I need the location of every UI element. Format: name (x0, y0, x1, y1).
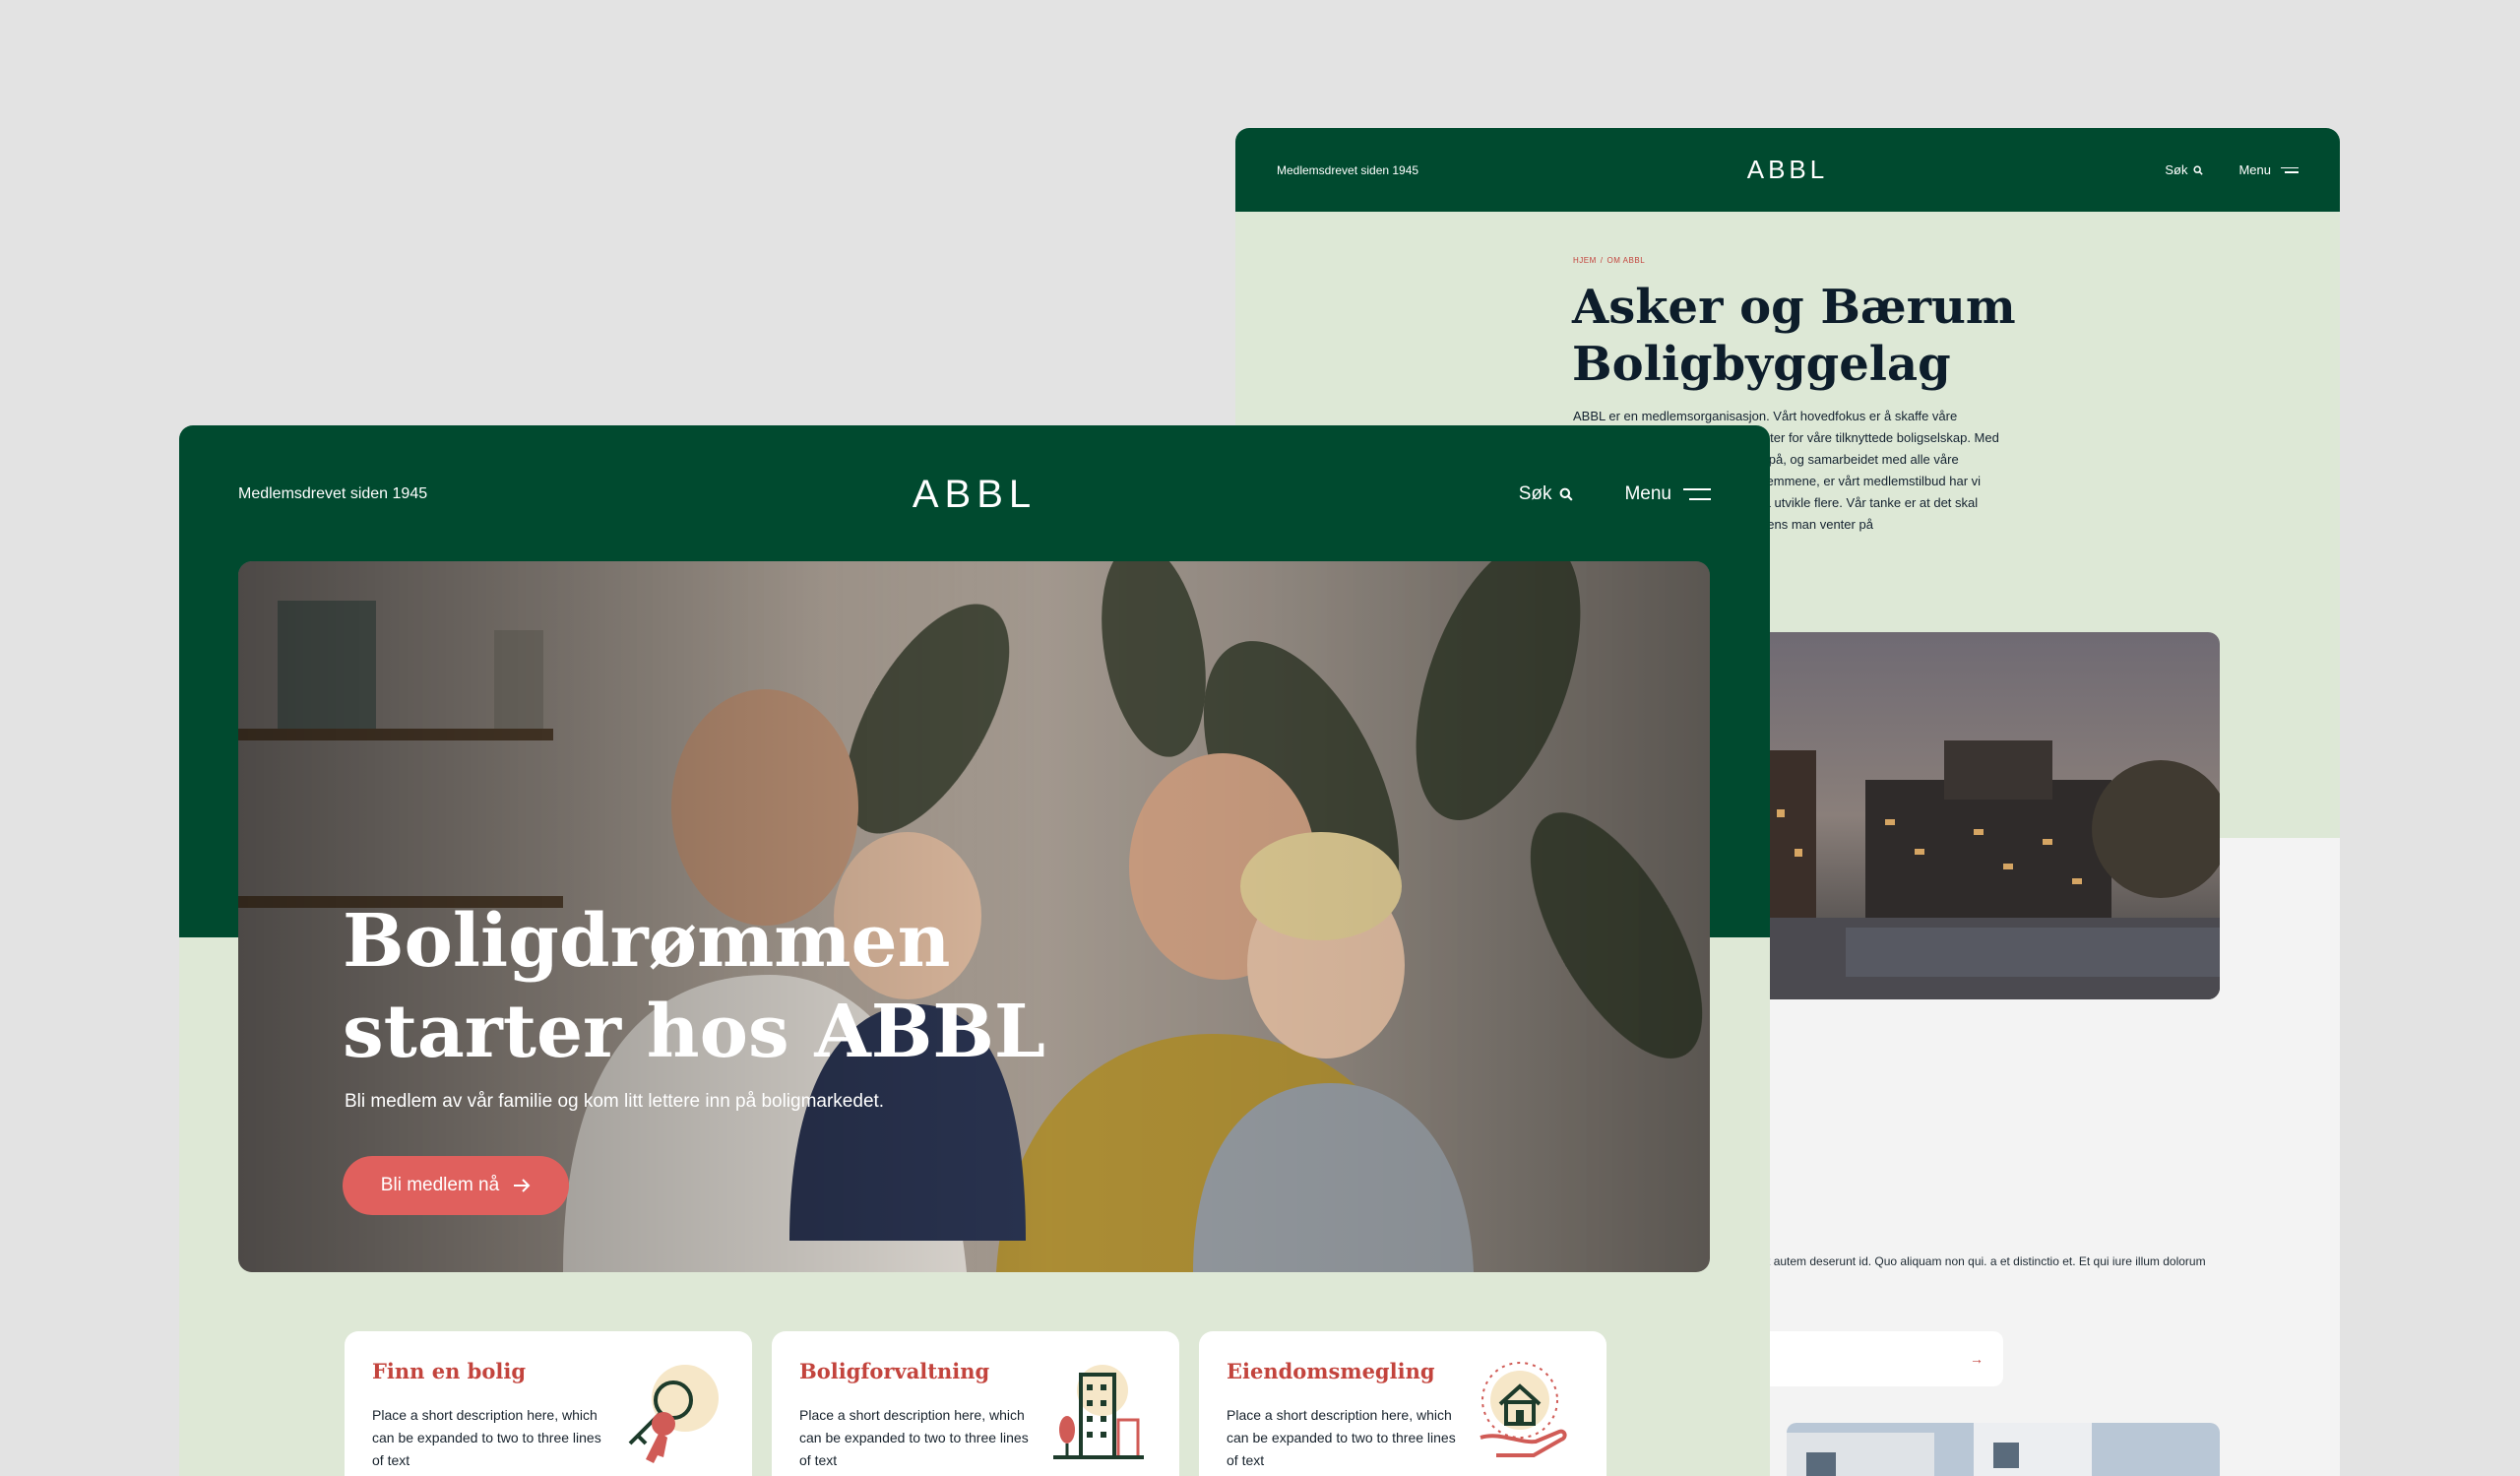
card-description: Place a short description here, which ca… (372, 1407, 601, 1468)
hero-headline-line2: starter hos ABBL (343, 990, 1045, 1074)
hero-banner: Boligdrømmen starter hos ABBL Bli medlem… (238, 561, 1710, 1272)
arrow-right-icon: → (1970, 1351, 1984, 1367)
page-title: Asker og Bærum Boligbyggelag (1572, 279, 2016, 393)
header-tagline: Medlemsdrevet siden 1945 (238, 485, 428, 502)
link-card[interactable]: → (1747, 1331, 2003, 1386)
building-photo (1747, 632, 2220, 999)
menu-button[interactable]: Menu (1624, 483, 1711, 505)
abbl-logo[interactable]: ABBL (913, 473, 1037, 517)
building-icon (1053, 1365, 1144, 1459)
abbl-logo[interactable]: ABBL (1747, 155, 1829, 185)
house-in-hand-icon (1480, 1362, 1567, 1457)
breadcrumb: HJEM / OM ABBL (1573, 256, 1645, 265)
menu-button[interactable]: Menu (2238, 162, 2299, 177)
become-member-button[interactable]: Bli medlem nå (343, 1156, 569, 1215)
body-text: dent autem deserunt id. Quo aliquam non … (1747, 1254, 2206, 1268)
search-label: Søk (2165, 162, 2188, 177)
front-browser-window: Medlemsdrevet siden 1945 ABBL Søk Menu B… (179, 425, 1770, 1476)
card-description: Place a short description here, which ca… (799, 1407, 1029, 1468)
site-header: Medlemsdrevet siden 1945 ABBL Søk Menu (1235, 128, 2340, 212)
hero-headline: Boligdrømmen starter hos ABBL (343, 896, 1045, 1077)
arrow-right-icon (514, 1179, 531, 1192)
header-tagline: Medlemsdrevet siden 1945 (1277, 162, 1419, 177)
menu-label: Menu (2238, 162, 2271, 177)
search-icon (2193, 164, 2204, 175)
cta-label: Bli medlem nå (380, 1175, 500, 1195)
card-description: Place a short description here, which ca… (1227, 1407, 1456, 1468)
search-label: Søk (1518, 483, 1552, 504)
service-cards: Finn en bolig Place a short description … (345, 1331, 1606, 1476)
page-title-line2: Boligbyggelag (1572, 337, 1951, 392)
breadcrumb-home[interactable]: HJEM (1573, 256, 1597, 265)
breadcrumb-separator: / (1600, 256, 1604, 265)
site-header: Medlemsdrevet siden 1945 ABBL Søk Menu (179, 425, 1770, 563)
card-eiendomsmegling[interactable]: Eiendomsmegling Place a short descriptio… (1199, 1331, 1606, 1476)
search-icon (1560, 487, 1574, 501)
card-finn-en-bolig[interactable]: Finn en bolig Place a short description … (345, 1331, 752, 1476)
breadcrumb-current[interactable]: OM ABBL (1607, 256, 1646, 265)
hamburger-icon (2281, 166, 2299, 173)
card-boligforvaltning[interactable]: Boligforvaltning Place a short descripti… (772, 1331, 1179, 1476)
hamburger-icon (1683, 488, 1711, 500)
search-button[interactable]: Søk (1519, 483, 1574, 505)
hero-subtitle: Bli medlem av vår familie og kom litt le… (345, 1091, 885, 1112)
keys-icon (628, 1365, 719, 1463)
search-button[interactable]: Søk (2165, 162, 2204, 177)
page-title-line1: Asker og Bærum (1572, 280, 2016, 335)
hero-headline-line1: Boligdrømmen (343, 899, 951, 984)
menu-label: Menu (1624, 483, 1671, 504)
apartment-photo (1787, 1423, 2220, 1476)
